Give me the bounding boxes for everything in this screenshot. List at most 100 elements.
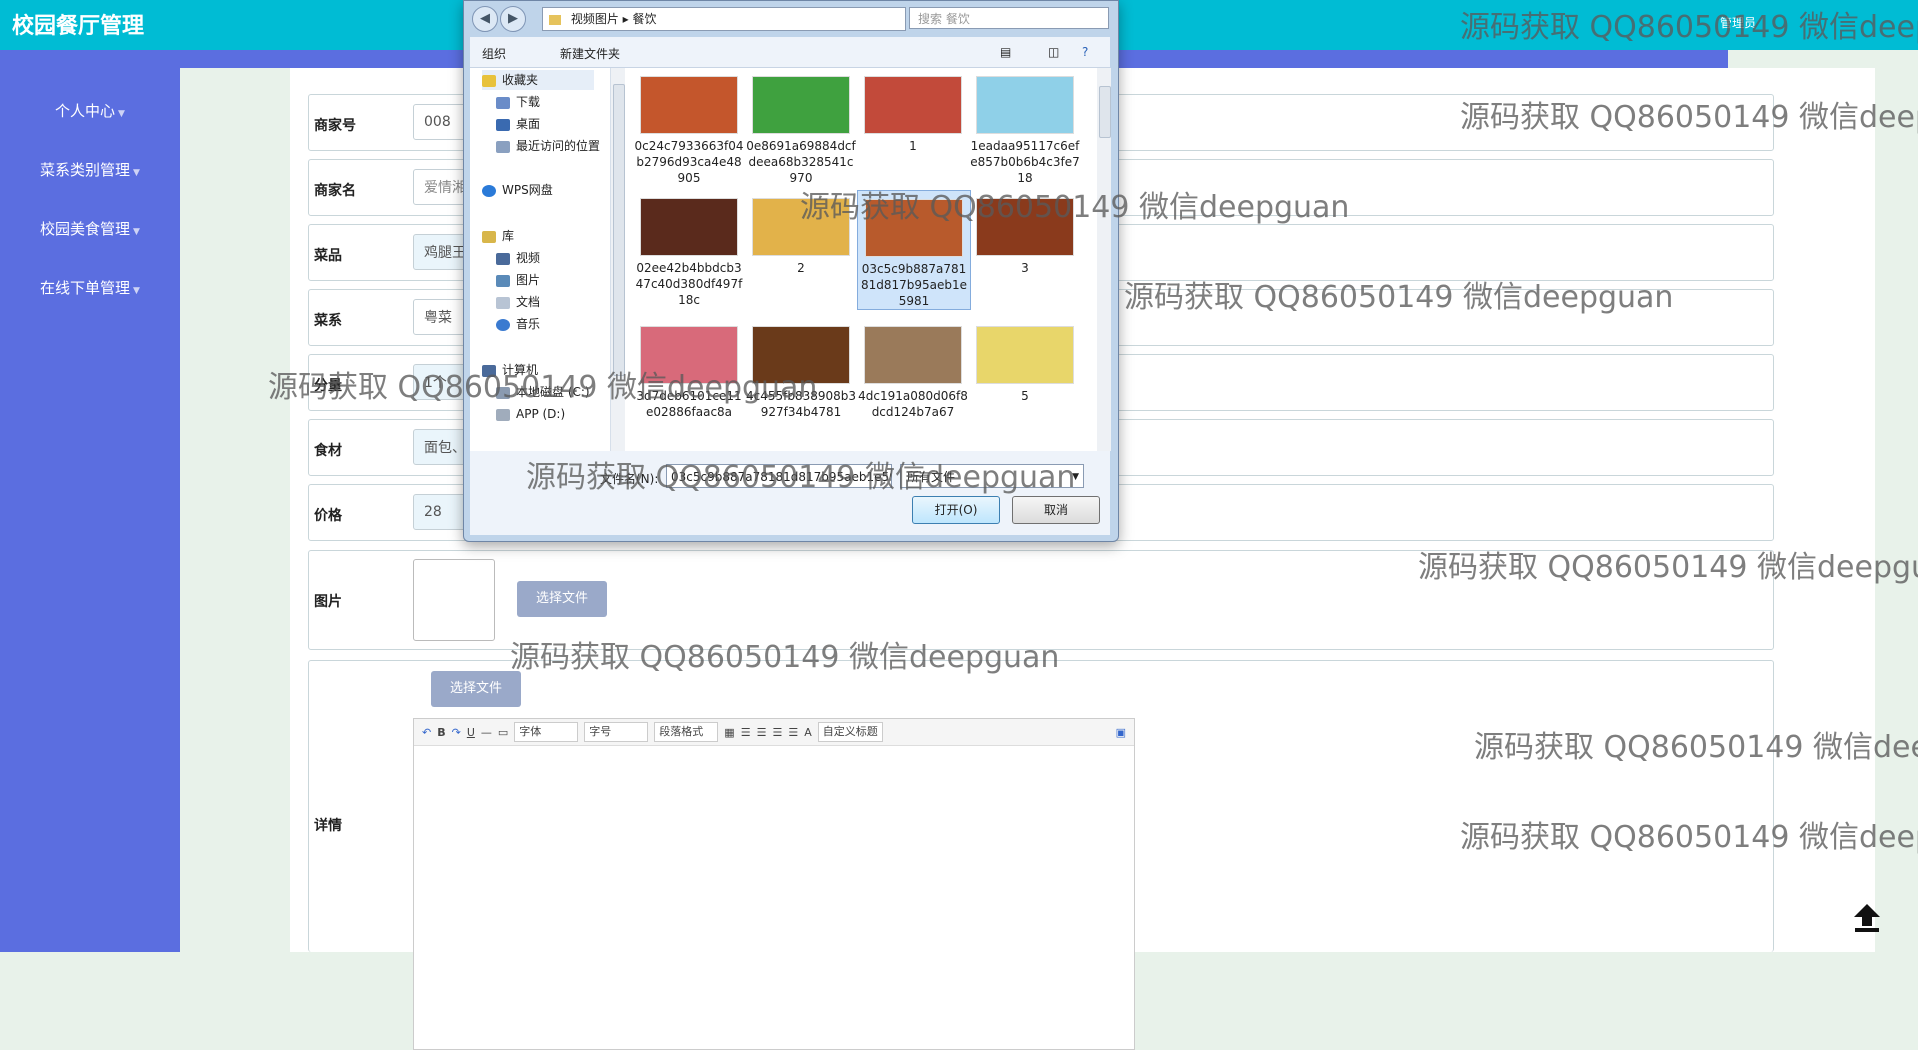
filetype-select[interactable]: 所有文件 ▼ (900, 464, 1084, 488)
file-item[interactable]: 0c24c7933663f04b2796d93ca4e48905 (633, 68, 745, 186)
table-icon[interactable]: ▦ (724, 726, 734, 739)
sidebar-item-label: 菜系类别管理 (40, 161, 131, 179)
field-label: 商家号 (314, 118, 356, 134)
font-select[interactable]: 字体 (514, 722, 579, 742)
file-thumbnail (976, 198, 1074, 256)
address-bar[interactable]: 视频图片 ▸ 餐饮 (542, 7, 906, 31)
back-icon[interactable]: ◀ (472, 6, 498, 32)
tree-item-videos[interactable]: 视频 (496, 248, 540, 268)
sidebar: 个人中心 ▼ 菜系类别管理 ▼ 校园美食管理 ▼ 在线下单管理 ▼ (0, 68, 180, 952)
file-item[interactable]: 4c455fb838908b3927f34b4781 (745, 318, 857, 420)
chevron-down-icon: ▼ (1072, 472, 1079, 482)
align-left-icon[interactable]: ☰ (741, 726, 751, 739)
chevron-down-icon: ▼ (133, 168, 140, 178)
tree-item-pictures[interactable]: 图片 (496, 270, 540, 290)
align-right-icon[interactable]: ☰ (772, 726, 782, 739)
font-color-button[interactable]: A (804, 726, 812, 739)
view-icon[interactable]: ▤ (1000, 45, 1011, 59)
sidebar-item-orders[interactable]: 在线下单管理 ▼ (0, 277, 180, 298)
breadcrumb-item[interactable]: 视频图片 (571, 12, 619, 26)
file-item[interactable]: 4dc191a080d06f8dcd124b7a67 (857, 318, 969, 420)
recent-icon (496, 140, 510, 153)
tree-item-favorites[interactable]: 收藏夹 (482, 70, 594, 90)
paragraph-select[interactable]: 段落格式 (654, 722, 719, 742)
choose-image-button[interactable]: 选择文件 (517, 581, 607, 617)
sidebar-item-profile[interactable]: 个人中心 ▼ (0, 100, 180, 121)
tree-item-recent[interactable]: 最近访问的位置 (496, 136, 600, 156)
redo-icon[interactable]: ↷ (452, 726, 461, 739)
sidebar-item-label: 在线下单管理 (40, 279, 131, 297)
files-scrollbar[interactable] (1097, 68, 1111, 451)
tree-item-downloads[interactable]: 下载 (496, 92, 540, 112)
tree-item-drive-c[interactable]: 本地磁盘 (C:) (496, 382, 590, 402)
file-thumbnail (640, 198, 738, 256)
star-icon (482, 74, 496, 87)
tree-item-documents[interactable]: 文档 (496, 292, 540, 312)
chevron-down-icon: ▼ (118, 109, 125, 119)
fullscreen-icon[interactable]: ▣ (1116, 726, 1126, 739)
tree-item-library[interactable]: 库 (482, 226, 514, 246)
chevron-down-icon: ▼ (133, 286, 140, 296)
bold-button[interactable]: B (437, 726, 445, 739)
tree-item-drive-d[interactable]: APP (D:) (496, 404, 565, 424)
file-thumbnail (752, 198, 850, 256)
file-item[interactable]: 3 (969, 190, 1081, 276)
file-thumbnail (640, 76, 738, 134)
align-center-icon[interactable]: ☰ (757, 726, 767, 739)
justify-icon[interactable]: ☰ (788, 726, 798, 739)
rich-text-editor[interactable]: ↶ B ↷ U — ▭ 字体 字号 段落格式 ▦ ☰ ☰ ☰ ☰ A 自定义标题… (413, 718, 1135, 1050)
breadcrumb-item[interactable]: 餐饮 (633, 12, 657, 26)
file-thumbnail (752, 326, 850, 384)
tree-item-wps[interactable]: WPS网盘 (482, 180, 553, 200)
preview-pane-icon[interactable]: ◫ (1048, 45, 1059, 59)
file-item[interactable]: 1eadaa95117c6efe857b0b6b4c3fe718 (969, 68, 1081, 186)
file-item[interactable]: 5 (969, 318, 1081, 404)
document-icon (496, 296, 510, 309)
file-item[interactable]: 1 (857, 68, 969, 154)
tree-item-computer[interactable]: 计算机 (482, 360, 538, 380)
filename-input[interactable]: 03c5c9b887a78181d817b95aeb1e5981 (666, 464, 892, 488)
file-item[interactable]: 3d7deb6101ce11e02886faac8a (633, 318, 745, 420)
file-thumbnail (976, 326, 1074, 384)
image-preview (413, 559, 495, 641)
cancel-button[interactable]: 取消 (1012, 496, 1100, 524)
file-item[interactable]: 2 (745, 190, 857, 276)
sidebar-item-label: 个人中心 (55, 102, 116, 120)
picture-icon (496, 274, 510, 287)
underline-button[interactable]: U (467, 726, 475, 739)
filename-label: 文件名(N): (600, 472, 659, 486)
forward-icon[interactable]: ▶ (500, 6, 526, 32)
open-button[interactable]: 打开(O) (912, 496, 1000, 524)
clear-format-icon[interactable]: ▭ (498, 726, 508, 739)
field-label: 分量 (314, 378, 342, 394)
undo-icon[interactable]: ↶ (422, 726, 431, 739)
user-info[interactable]: 管理员 (1720, 14, 1756, 31)
file-grid: 0c24c7933663f04b2796d93ca4e48905 0e8691a… (625, 68, 1097, 451)
file-item[interactable]: 02ee42b4bbdcb347c40d380df497f18c (633, 190, 745, 308)
scrollbar-thumb[interactable] (1099, 86, 1111, 138)
field-label: 图片 (314, 594, 342, 610)
scrollbar-thumb[interactable] (613, 84, 625, 376)
tree-item-music[interactable]: 音乐 (496, 314, 540, 334)
sidebar-item-cuisine[interactable]: 菜系类别管理 ▼ (0, 159, 180, 180)
folder-icon (549, 14, 561, 25)
scroll-to-top-icon[interactable] (1850, 900, 1884, 934)
file-item[interactable]: 0e8691a69884dcfdeea68b328541c970 (745, 68, 857, 186)
horizontal-rule-icon[interactable]: — (481, 726, 492, 739)
file-item-selected[interactable]: 03c5c9b887a78181d817b95aeb1e5981 (857, 190, 971, 310)
cloud-icon (482, 184, 496, 197)
drive-icon (496, 408, 510, 421)
tree-scrollbar[interactable] (610, 68, 625, 451)
file-open-dialog: ◀ ▶ 视频图片 ▸ 餐饮 搜索 餐饮 组织 新建文件夹 ▤ ◫ ? 收藏夹 下… (463, 0, 1119, 542)
app-title: 校园餐厅管理 (12, 14, 145, 39)
tree-item-desktop[interactable]: 桌面 (496, 114, 540, 134)
chevron-down-icon: ▼ (133, 227, 140, 237)
organize-button[interactable]: 组织 (482, 45, 506, 62)
search-input[interactable]: 搜索 餐饮 (909, 7, 1109, 29)
help-icon[interactable]: ? (1082, 45, 1088, 59)
new-folder-button[interactable]: 新建文件夹 (560, 45, 620, 62)
sidebar-item-food[interactable]: 校园美食管理 ▼ (0, 218, 180, 239)
custom-title-select[interactable]: 自定义标题 (817, 722, 883, 742)
choose-detail-file-button[interactable]: 选择文件 (431, 671, 521, 707)
font-size-select[interactable]: 字号 (584, 722, 649, 742)
